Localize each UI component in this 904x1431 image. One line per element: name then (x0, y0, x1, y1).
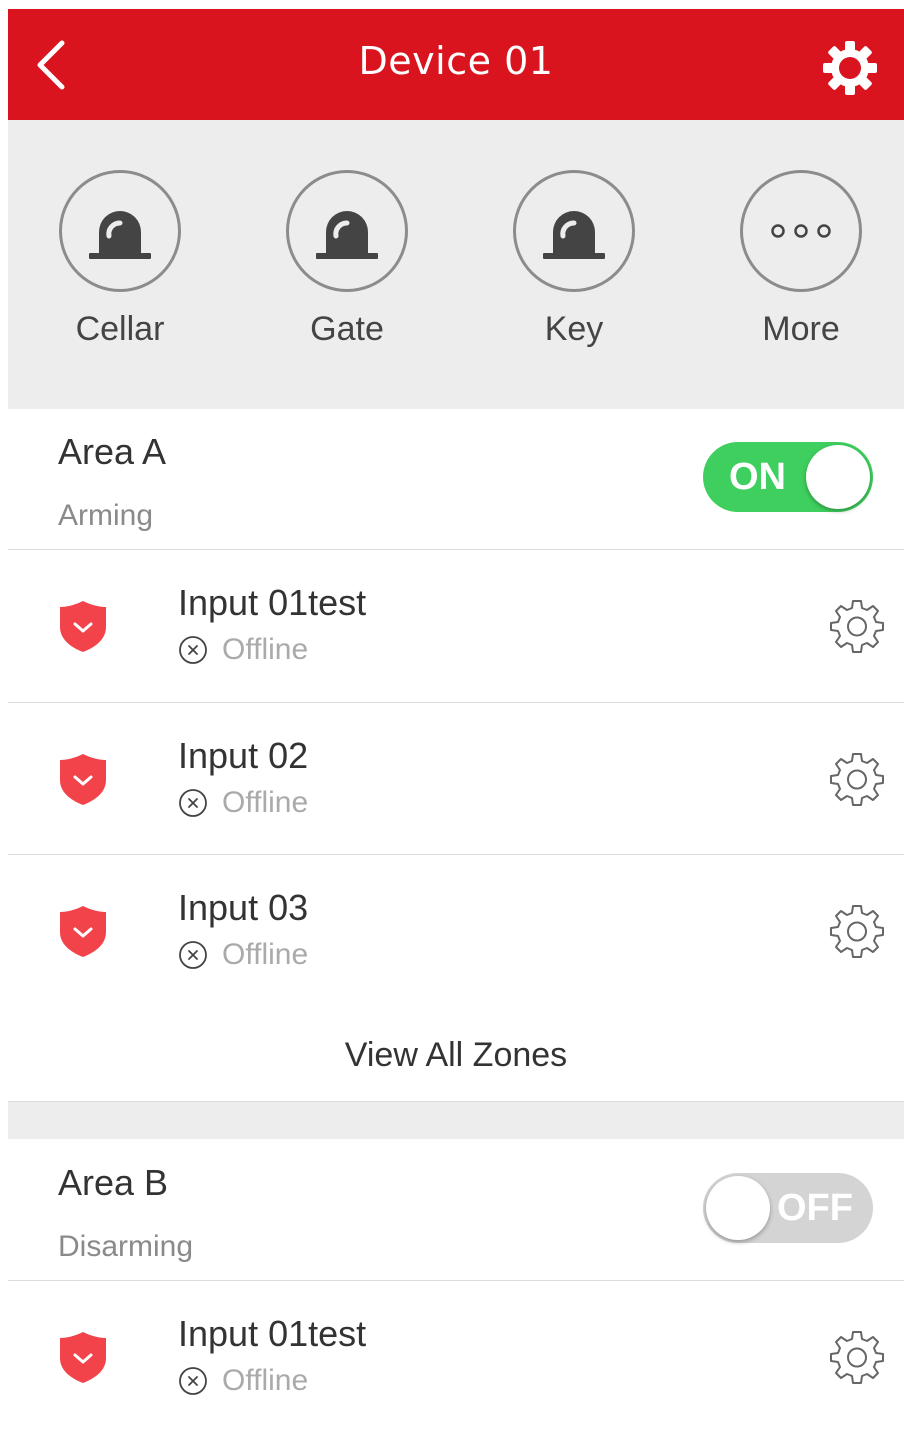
zone-status-text: Offline (222, 938, 309, 971)
zone-status: Offline (178, 632, 308, 668)
zone-status: Offline (178, 937, 308, 973)
zone-status-text: Offline (222, 1364, 309, 1397)
quick-action-label: Cellar (75, 310, 165, 348)
zone-status-text: Offline (222, 633, 309, 666)
offline-x-icon (179, 941, 207, 969)
zone-settings-gear-icon[interactable] (828, 750, 886, 808)
quick-action-label: More (762, 310, 840, 348)
shield-icon (60, 1332, 106, 1383)
quick-action-label: Gate (310, 310, 384, 348)
quick-action-circle (286, 170, 408, 292)
zone-name: Input 01test (178, 1313, 367, 1354)
shield-icon (60, 906, 106, 957)
quick-action-more[interactable]: More (736, 170, 866, 349)
area-a-header: Area A Arming ON (8, 409, 904, 550)
view-all-zones-link[interactable]: View All Zones (8, 1009, 904, 1101)
area-name: Area B (58, 1162, 169, 1203)
zone-settings-gear-icon[interactable] (828, 902, 886, 960)
zone-name: Input 01test (178, 582, 367, 623)
zone-settings-gear-icon[interactable] (828, 1328, 886, 1386)
toggle-label: ON (729, 456, 786, 498)
quick-action-cellar[interactable]: Cellar (55, 170, 185, 349)
zone-row[interactable]: Input 01test Offline (8, 550, 904, 702)
zone-row[interactable]: Input 02 Offline (8, 703, 904, 855)
gear-icon[interactable] (821, 39, 879, 97)
shield-icon (60, 601, 106, 652)
toggle-label: OFF (777, 1187, 853, 1229)
section-gap (8, 1102, 904, 1139)
zone-row[interactable]: Input 03 Offline (8, 855, 904, 1007)
alarm-light-icon (316, 211, 378, 259)
quick-action-label: Key (544, 310, 604, 348)
quick-action-gate[interactable]: Gate (282, 170, 412, 349)
zone-name: Input 02 (178, 735, 309, 776)
arm-toggle-area-a[interactable]: ON (703, 442, 873, 512)
area-status: Disarming (58, 1230, 194, 1263)
alarm-light-icon (543, 211, 605, 259)
offline-x-icon (179, 789, 207, 817)
quick-action-circle (740, 170, 862, 292)
zone-name: Input 03 (178, 887, 309, 928)
zone-status-text: Offline (222, 786, 309, 819)
zone-row[interactable]: Input 01test Offline (8, 1281, 904, 1431)
app-screen: Device 01 Cellar Gate Key More Area A Ar… (8, 9, 904, 1431)
shield-icon (60, 754, 106, 805)
top-bar: Device 01 (8, 9, 904, 120)
zone-status: Offline (178, 785, 308, 821)
alarm-light-icon (89, 211, 151, 259)
toggle-knob (706, 1176, 770, 1240)
zone-settings-gear-icon[interactable] (828, 597, 886, 655)
offline-x-icon (179, 1367, 207, 1395)
toggle-knob (806, 445, 870, 509)
page-title: Device 01 (358, 39, 554, 83)
quick-actions-panel: Cellar Gate Key More (8, 120, 904, 409)
zone-status: Offline (178, 1363, 308, 1399)
area-name: Area A (58, 431, 167, 472)
quick-action-circle (59, 170, 181, 292)
more-dots-icon (771, 224, 831, 238)
arm-toggle-area-b[interactable]: OFF (703, 1173, 873, 1243)
quick-action-circle (513, 170, 635, 292)
quick-action-key[interactable]: Key (509, 170, 639, 349)
area-status: Arming (58, 499, 154, 532)
offline-x-icon (179, 636, 207, 664)
area-b-header: Area B Disarming OFF (8, 1140, 904, 1281)
